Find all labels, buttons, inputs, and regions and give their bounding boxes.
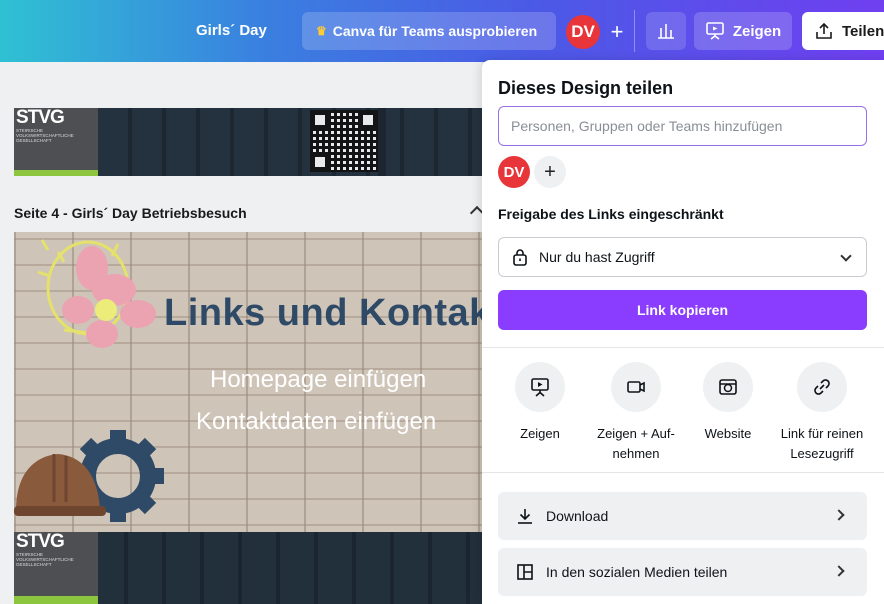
slide-title[interactable]: Links und Kontakt (164, 292, 484, 335)
add-collaborator-button[interactable]: + (604, 16, 630, 48)
canva-editor: Girls´ Day ♛ Canva für Teams ausprobiere… (0, 0, 884, 604)
slide-homepage-text[interactable]: Homepage einfügen (210, 366, 426, 394)
lock-icon (513, 249, 527, 266)
divider (482, 472, 884, 473)
member-avatar[interactable]: DV (498, 156, 530, 188)
present-button[interactable]: Zeigen (694, 12, 792, 50)
upload-icon (816, 22, 832, 39)
helmet-gear-illustration (14, 430, 164, 522)
stvg-logo-subtitle: STEIRISCHE VOLKSWIRTSCHAFTLICHE GESELLSC… (16, 552, 74, 567)
stvg-logo-bottom: STVG STEIRISCHE VOLKSWIRTSCHAFTLICHE GES… (14, 532, 98, 604)
option-label: Zeigen (520, 426, 560, 441)
slide-divider (378, 108, 386, 176)
download-icon (518, 509, 532, 524)
chevron-right-icon (833, 565, 845, 577)
present-icon (515, 362, 565, 412)
try-teams-button[interactable]: ♛ Canva für Teams ausprobieren (302, 12, 556, 50)
stvg-logo-text: STVG (16, 531, 65, 552)
stvg-logo-text: STVG (16, 108, 65, 128)
option-present[interactable]: Zeigen (490, 362, 590, 444)
divider (482, 347, 884, 348)
stvg-logo-subtitle: STEIRISCHE VOLKSWIRTSCHAFTLICHE GESELLSC… (16, 128, 74, 143)
share-label: Teilen (842, 22, 884, 40)
link-access-heading: Freigabe des Links eingeschränkt (498, 206, 724, 222)
page-title[interactable]: Seite 4 - Girls´ Day Betriebsbesuch (14, 205, 247, 221)
chevron-down-icon (840, 250, 852, 262)
design-title[interactable]: Girls´ Day (196, 22, 267, 39)
share-button[interactable]: Teilen (802, 12, 884, 50)
stvg-logo: STVG STEIRISCHE VOLKSWIRTSCHAFTLICHE GES… (14, 108, 98, 176)
slide-background (98, 108, 494, 176)
add-people-input[interactable] (498, 106, 867, 146)
share-panel-title: Dieses Design teilen (498, 78, 674, 98)
social-share-label: In den sozialen Medien teilen (546, 564, 728, 580)
top-bar: Girls´ Day ♛ Canva für Teams ausprobiere… (0, 0, 884, 62)
logo-green-bar (14, 170, 98, 176)
logo-green-bar (14, 596, 98, 604)
option-label: Website (704, 426, 752, 441)
website-icon (703, 362, 753, 412)
download-row[interactable]: Download (498, 492, 867, 540)
chevron-right-icon (833, 509, 845, 521)
user-avatar[interactable]: DV (566, 15, 600, 49)
bar-chart-icon (658, 24, 674, 39)
social-share-row[interactable]: In den sozialen Medien teilen (498, 548, 867, 596)
slide-contact-text[interactable]: Kontaktdaten einfügen (196, 408, 436, 436)
share-panel: Dieses Design teilen DV + Freigabe des L… (482, 60, 884, 604)
lightbulb-flower-illustration (37, 239, 156, 348)
option-readonly-link[interactable]: Link für reinen Lesezugriff (772, 362, 872, 464)
slide-3-thumbnail[interactable]: STVG STEIRISCHE VOLKSWIRTSCHAFTLICHE GES… (14, 108, 494, 176)
link-icon (797, 362, 847, 412)
download-label: Download (546, 508, 609, 524)
copy-link-button[interactable]: Link kopieren (498, 290, 867, 330)
present-label: Zeigen (732, 22, 782, 40)
option-label: Zeigen + Auf-nehmen (597, 426, 675, 461)
social-layout-icon (517, 564, 533, 580)
option-present-record[interactable]: Zeigen + Auf-nehmen (586, 362, 686, 464)
share-options: Zeigen Zeigen + Auf-nehmen Website Link … (482, 362, 884, 472)
link-access-dropdown[interactable]: Nur du hast Zugriff (498, 237, 867, 277)
link-access-value: Nur du hast Zugriff (539, 249, 655, 265)
option-website[interactable]: Website (678, 362, 778, 444)
slide-4[interactable]: Links und Kontakt Homepage einfügen Kont… (14, 232, 484, 604)
add-member-button[interactable]: + (534, 156, 566, 188)
toolbar-divider (634, 10, 635, 52)
crown-icon: ♛ (316, 24, 327, 38)
present-icon (706, 22, 724, 40)
option-label: Link für reinen Lesezugriff (780, 426, 864, 461)
record-icon (611, 362, 661, 412)
qr-code (310, 110, 378, 172)
insights-button[interactable] (646, 12, 686, 50)
try-teams-label: Canva für Teams ausprobieren (332, 23, 538, 39)
